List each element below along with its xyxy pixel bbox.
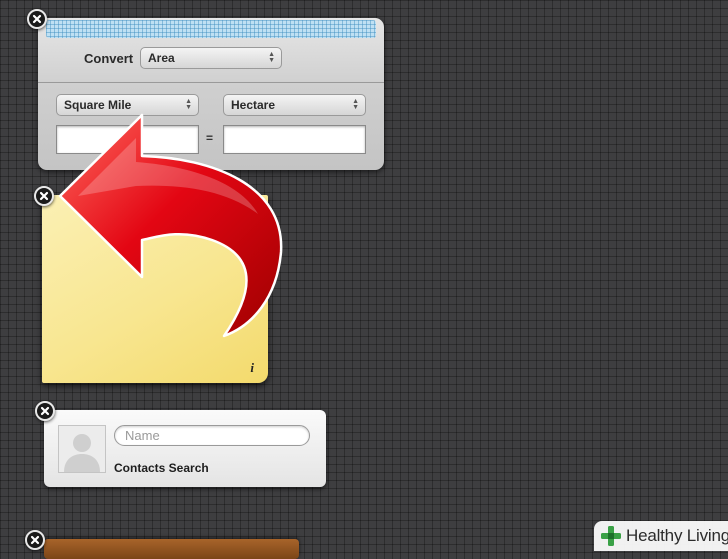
close-icon — [30, 535, 40, 545]
contacts-close-button[interactable] — [35, 401, 55, 421]
up-down-chevron-icon: ▲ ▼ — [352, 98, 359, 111]
close-icon — [39, 191, 49, 201]
plus-icon — [601, 526, 621, 546]
contacts-search-title: Contacts Search — [114, 461, 209, 475]
sticky-close-button[interactable] — [34, 186, 54, 206]
close-icon — [40, 406, 50, 416]
contacts-search-widget: Contacts Search — [44, 410, 326, 487]
watermark-text: Healthy Living — [626, 526, 728, 545]
avatar — [58, 425, 106, 473]
info-icon[interactable]: i — [250, 360, 254, 376]
person-silhouette-icon — [64, 434, 100, 472]
wood-widget-close-button[interactable] — [25, 530, 45, 550]
healthy-living-watermark: Healthy Living — [594, 521, 728, 551]
red-curved-arrow — [58, 113, 283, 338]
wooden-widget — [44, 539, 299, 559]
converter-close-button[interactable] — [27, 9, 47, 29]
close-icon — [32, 14, 42, 24]
name-search-input[interactable] — [114, 425, 310, 446]
